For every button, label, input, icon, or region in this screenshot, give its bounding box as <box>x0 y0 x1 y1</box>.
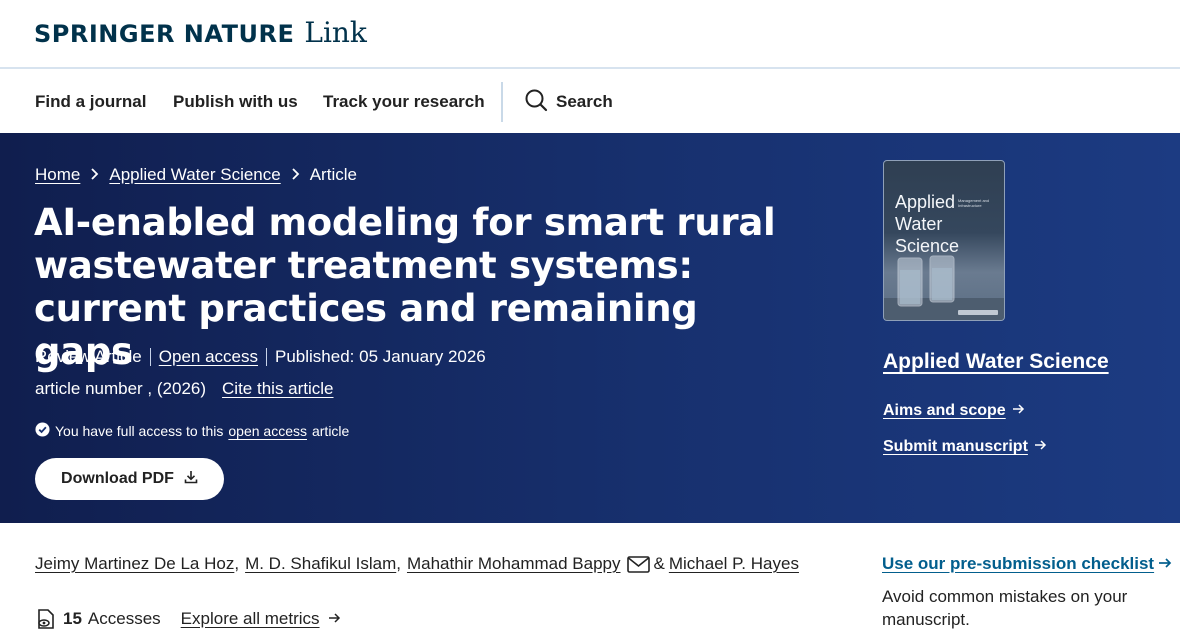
author-link[interactable]: M. D. Shafikul Islam <box>245 554 396 574</box>
breadcrumb-home[interactable]: Home <box>35 165 80 185</box>
author-comma: , <box>234 554 240 573</box>
breadcrumb-chevron-icon <box>88 164 101 185</box>
article-number: article number , (2026) <box>35 379 207 398</box>
download-icon <box>184 470 198 489</box>
aims-and-scope-link[interactable]: Aims and scope <box>883 402 1025 420</box>
cite-this-article-link[interactable]: Cite this article <box>222 379 333 399</box>
author-link[interactable]: Michael P. Hayes <box>669 554 799 574</box>
springer-nature-link-logo[interactable]: SPRINGER NATURE Link <box>34 16 367 49</box>
search-button[interactable]: Search <box>524 88 613 116</box>
author-link[interactable]: Mahathir Mohammad Bappy <box>407 554 621 574</box>
journal-cover-image[interactable]: Applied Water Science Management and Inf… <box>883 160 1005 321</box>
explore-all-metrics-link[interactable]: Explore all metrics <box>181 609 341 629</box>
search-label: Search <box>556 92 613 111</box>
accesses-icon <box>35 608 57 630</box>
main-navigation: Find a journal Publish with us Track you… <box>0 70 1180 133</box>
access-prefix: You have full access to this <box>55 423 224 439</box>
article-metrics: 15 Accesses Explore all metrics <box>35 608 341 630</box>
site-header: SPRINGER NATURE Link <box>0 0 1180 69</box>
article-meta: Review Article Open access Published: 05… <box>35 347 486 367</box>
checkmark-circle-icon <box>35 422 50 440</box>
meta-divider <box>266 348 267 366</box>
explore-all-metrics-label: Explore all metrics <box>180 609 320 628</box>
arrow-right-icon <box>1158 554 1172 574</box>
author-comma: , <box>396 554 401 573</box>
published-date: Published: 05 January 2026 <box>275 347 486 366</box>
logo-sub-text: Link <box>304 16 367 49</box>
author-link[interactable]: Jeimy Martinez De La Hoz <box>35 554 234 574</box>
cover-glasses-illustration <box>884 255 1004 320</box>
article-type: Review Article <box>35 347 142 366</box>
accesses-label: Accesses <box>87 609 161 628</box>
download-pdf-button[interactable]: Download PDF <box>35 458 224 500</box>
journal-name-link[interactable]: Applied Water Science <box>883 350 1109 374</box>
meta-divider <box>149 348 151 366</box>
article-citation-line: article number , (2026) Cite this articl… <box>35 379 334 399</box>
nav-publish-with-us[interactable]: Publish with us <box>173 92 298 112</box>
breadcrumb: Home Applied Water Science Article <box>35 164 357 185</box>
pre-submission-checklist-label: Use our pre-submission checklist <box>882 554 1155 573</box>
search-icon <box>524 88 548 116</box>
pre-submission-checklist-link[interactable]: Use our pre-submission checklist <box>882 554 1172 574</box>
download-pdf-label: Download PDF <box>61 470 174 487</box>
breadcrumb-chevron-icon <box>289 164 302 185</box>
nav-divider <box>501 82 503 122</box>
cover-subtitle: Management and Infrastructure <box>958 198 990 208</box>
open-access-link[interactable]: Open access <box>159 347 258 367</box>
logo-main-text: SPRINGER NATURE <box>34 20 295 48</box>
breadcrumb-current: Article <box>309 164 357 184</box>
arrow-right-icon <box>328 609 341 629</box>
email-icon[interactable] <box>626 555 650 573</box>
arrow-right-icon <box>1034 438 1047 456</box>
arrow-right-icon <box>1012 402 1025 420</box>
author-list: Jeimy Martinez De La Hoz , M. D. Shafiku… <box>35 554 799 574</box>
author-ampersand: & <box>653 554 665 573</box>
submit-manuscript-link[interactable]: Submit manuscript <box>883 438 1047 456</box>
article-hero: Home Applied Water Science Article AI-en… <box>0 133 1180 523</box>
nav-find-a-journal[interactable]: Find a journal <box>35 92 146 112</box>
pre-submission-checklist-description: Avoid common mistakes on your manuscript… <box>882 587 1128 629</box>
access-notice: You have full access to this open access… <box>35 422 349 440</box>
access-open-access-link[interactable]: open access <box>228 423 307 439</box>
submit-manuscript-label: Submit manuscript <box>883 438 1028 455</box>
aims-and-scope-label: Aims and scope <box>883 402 1006 419</box>
nav-track-your-research[interactable]: Track your research <box>323 92 485 112</box>
access-suffix: article <box>311 423 350 439</box>
accesses-count: 15 <box>63 609 82 628</box>
breadcrumb-journal[interactable]: Applied Water Science <box>109 165 280 185</box>
